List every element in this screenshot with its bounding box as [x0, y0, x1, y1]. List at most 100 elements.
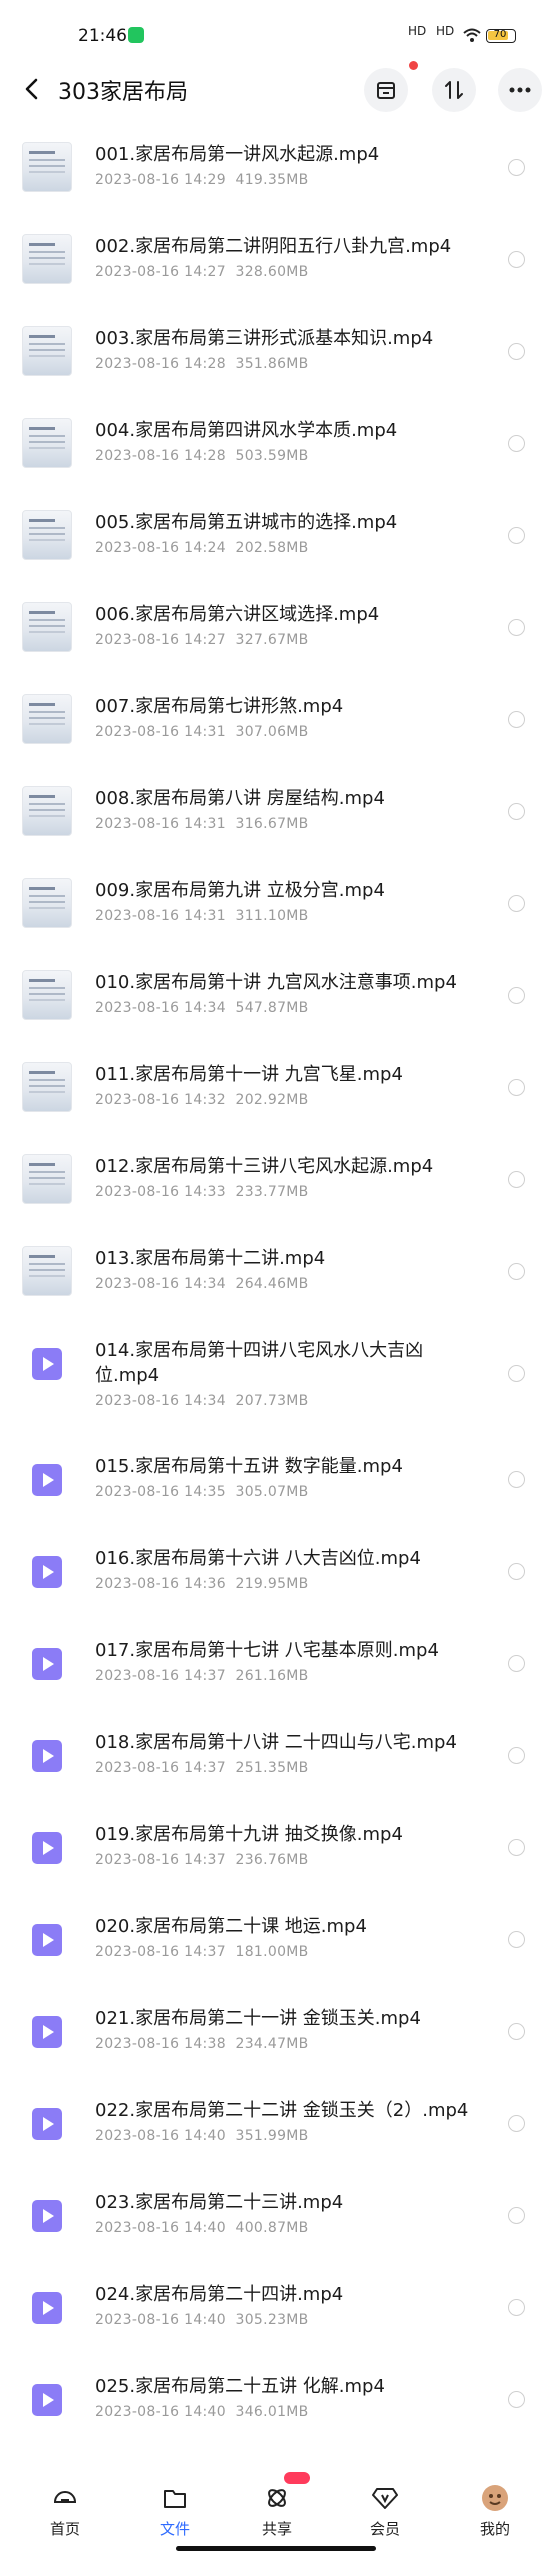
tab-avatar[interactable]: 我的 [440, 2470, 550, 2550]
select-radio[interactable] [508, 1655, 525, 1672]
file-row[interactable]: 016.家居布局第十六讲 八大吉凶位.mp4 2023-08-16 14:36 2… [0, 1528, 553, 1620]
select-radio[interactable] [508, 1747, 525, 1764]
file-row[interactable]: 022.家居布局第二十二讲 金锁玉关（2）.mp4 2023-08-16 14:4… [0, 2080, 553, 2172]
folder-icon [161, 2484, 189, 2512]
select-radio[interactable] [508, 2391, 525, 2408]
tab-folder[interactable]: 文件 [120, 2470, 230, 2550]
header: 303家居布局 [0, 60, 553, 120]
select-radio[interactable] [508, 987, 525, 1004]
select-radio[interactable] [508, 1563, 525, 1580]
file-meta: 2023-08-16 14:28 351.86MB [95, 356, 309, 372]
file-row[interactable]: 006.家居布局第六讲区域选择.mp4 2023-08-16 14:27 327.… [0, 584, 553, 676]
vip-icon [371, 2484, 399, 2512]
file-row[interactable]: 008.家居布局第八讲 房屋结构.mp4 2023-08-16 14:31 316… [0, 768, 553, 860]
file-row[interactable]: 023.家居布局第二十三讲.mp4 2023-08-16 14:40 400.87… [0, 2172, 553, 2264]
play-icon [32, 2108, 62, 2140]
select-radio[interactable] [508, 711, 525, 728]
select-radio[interactable] [508, 527, 525, 544]
signal-strength-icon-2: HD [436, 24, 455, 38]
select-radio[interactable] [508, 1171, 525, 1188]
file-row[interactable]: 012.家居布局第十三讲八宅风水起源.mp4 2023-08-16 14:33 2… [0, 1136, 553, 1228]
video-thumbnail [22, 142, 72, 192]
file-date: 2023-08-16 14:28 [95, 356, 226, 372]
file-name: 024.家居布局第二十四讲.mp4 [95, 2284, 344, 2305]
file-name: 019.家居布局第十九讲 抽爻换像.mp4 [95, 1824, 403, 1845]
file-name: 004.家居布局第四讲风水学本质.mp4 [95, 420, 398, 441]
video-thumbnail [22, 694, 72, 744]
video-thumbnail [22, 878, 72, 928]
select-radio[interactable] [508, 2299, 525, 2316]
select-radio[interactable] [508, 251, 525, 268]
file-name: 005.家居布局第五讲城市的选择.mp4 [95, 512, 398, 533]
file-size: 236.76MB [235, 1852, 309, 1868]
select-radio[interactable] [508, 1839, 525, 1856]
file-name: 007.家居布局第七讲形煞.mp4 [95, 696, 344, 717]
video-file-icon [22, 1914, 72, 1964]
file-row[interactable]: 013.家居布局第十二讲.mp4 2023-08-16 14:34 264.46M… [0, 1228, 553, 1320]
file-meta: 2023-08-16 14:36 219.95MB [95, 1576, 309, 1592]
file-size: 251.35MB [235, 1760, 309, 1776]
file-row[interactable]: 019.家居布局第十九讲 抽爻换像.mp4 2023-08-16 14:37 23… [0, 1804, 553, 1896]
file-date: 2023-08-16 14:28 [95, 448, 226, 464]
select-radio[interactable] [508, 343, 525, 360]
file-name: 020.家居布局第二十课 地运.mp4 [95, 1916, 367, 1937]
tab-vip[interactable]: 会员 [330, 2470, 440, 2550]
select-radio[interactable] [508, 1471, 525, 1488]
file-row[interactable]: 018.家居布局第十八讲 二十四山与八宅.mp4 2023-08-16 14:37… [0, 1712, 553, 1804]
file-row[interactable]: 015.家居布局第十五讲 数字能量.mp4 2023-08-16 14:35 30… [0, 1436, 553, 1528]
file-row[interactable]: 004.家居布局第四讲风水学本质.mp4 2023-08-16 14:28 503… [0, 400, 553, 492]
select-radio[interactable] [508, 1079, 525, 1096]
file-size: 202.92MB [235, 1092, 309, 1108]
file-row[interactable]: 005.家居布局第五讲城市的选择.mp4 2023-08-16 14:24 202… [0, 492, 553, 584]
select-radio[interactable] [508, 2115, 525, 2132]
select-radio[interactable] [508, 803, 525, 820]
file-row[interactable]: 017.家居布局第十七讲 八宅基本原则.mp4 2023-08-16 14:37 … [0, 1620, 553, 1712]
play-icon [32, 1924, 62, 1956]
file-size: 264.46MB [235, 1276, 309, 1292]
tab-label: 共享 [261, 2520, 292, 2538]
transfer-button[interactable] [364, 68, 408, 112]
file-row[interactable]: 010.家居布局第十讲 九宫风水注意事项.mp4 2023-08-16 14:34… [0, 952, 553, 1044]
file-size: 233.77MB [235, 1184, 309, 1200]
file-date: 2023-08-16 14:37 [95, 1668, 226, 1684]
select-radio[interactable] [508, 159, 525, 176]
file-row[interactable]: 020.家居布局第二十课 地运.mp4 2023-08-16 14:37 181.… [0, 1896, 553, 1988]
tab-home[interactable]: 首页 [10, 2470, 120, 2550]
file-date: 2023-08-16 14:24 [95, 540, 226, 556]
file-row[interactable]: 007.家居布局第七讲形煞.mp4 2023-08-16 14:31 307.06… [0, 676, 553, 768]
select-radio[interactable] [508, 2023, 525, 2040]
file-meta: 2023-08-16 14:40 400.87MB [95, 2220, 309, 2236]
file-row[interactable]: 002.家居布局第二讲阴阳五行八卦九宫.mp4 2023-08-16 14:27 … [0, 216, 553, 308]
file-row[interactable]: 001.家居布局第一讲风水起源.mp4 2023-08-16 14:29 419.… [0, 124, 553, 216]
file-date: 2023-08-16 14:37 [95, 1852, 226, 1868]
wifi-icon [463, 28, 481, 42]
file-row[interactable]: 021.家居布局第二十一讲 金锁玉关.mp4 2023-08-16 14:38 2… [0, 1988, 553, 2080]
avatar-icon [481, 2484, 509, 2512]
select-radio[interactable] [508, 2207, 525, 2224]
file-row[interactable]: 024.家居布局第二十四讲.mp4 2023-08-16 14:40 305.23… [0, 2264, 553, 2356]
tab-share[interactable]: 共享 [222, 2470, 332, 2550]
file-name: 008.家居布局第八讲 房屋结构.mp4 [95, 788, 385, 809]
file-row[interactable]: 025.家居布局第二十五讲 化解.mp4 2023-08-16 14:40 346… [0, 2356, 553, 2448]
select-radio[interactable] [508, 619, 525, 636]
file-name: 012.家居布局第十三讲八宅风水起源.mp4 [95, 1156, 434, 1177]
file-date: 2023-08-16 14:40 [95, 2128, 226, 2144]
file-row[interactable]: 009.家居布局第九讲 立极分宫.mp4 2023-08-16 14:31 311… [0, 860, 553, 952]
select-radio[interactable] [508, 435, 525, 452]
more-button[interactable] [498, 68, 542, 112]
sort-button[interactable] [432, 68, 476, 112]
select-radio[interactable] [508, 1263, 525, 1280]
video-file-icon [22, 2006, 72, 2056]
tab-label: 会员 [369, 2520, 400, 2538]
file-row[interactable]: 014.家居布局第十四讲八宅风水八大吉凶位.mp4 2023-08-16 14:3… [0, 1320, 553, 1436]
select-radio[interactable] [508, 1365, 525, 1382]
file-row[interactable]: 003.家居布局第三讲形式派基本知识.mp4 2023-08-16 14:28 3… [0, 308, 553, 400]
file-date: 2023-08-16 14:34 [95, 1393, 226, 1409]
file-size: 351.99MB [235, 2128, 309, 2144]
select-radio[interactable] [508, 1931, 525, 1948]
file-row[interactable]: 011.家居布局第十一讲 九宫飞星.mp4 2023-08-16 14:32 20… [0, 1044, 553, 1136]
battery-level: 70 [493, 29, 507, 40]
select-radio[interactable] [508, 895, 525, 912]
file-size: 307.06MB [235, 724, 309, 740]
back-arrow-icon[interactable] [20, 76, 46, 102]
